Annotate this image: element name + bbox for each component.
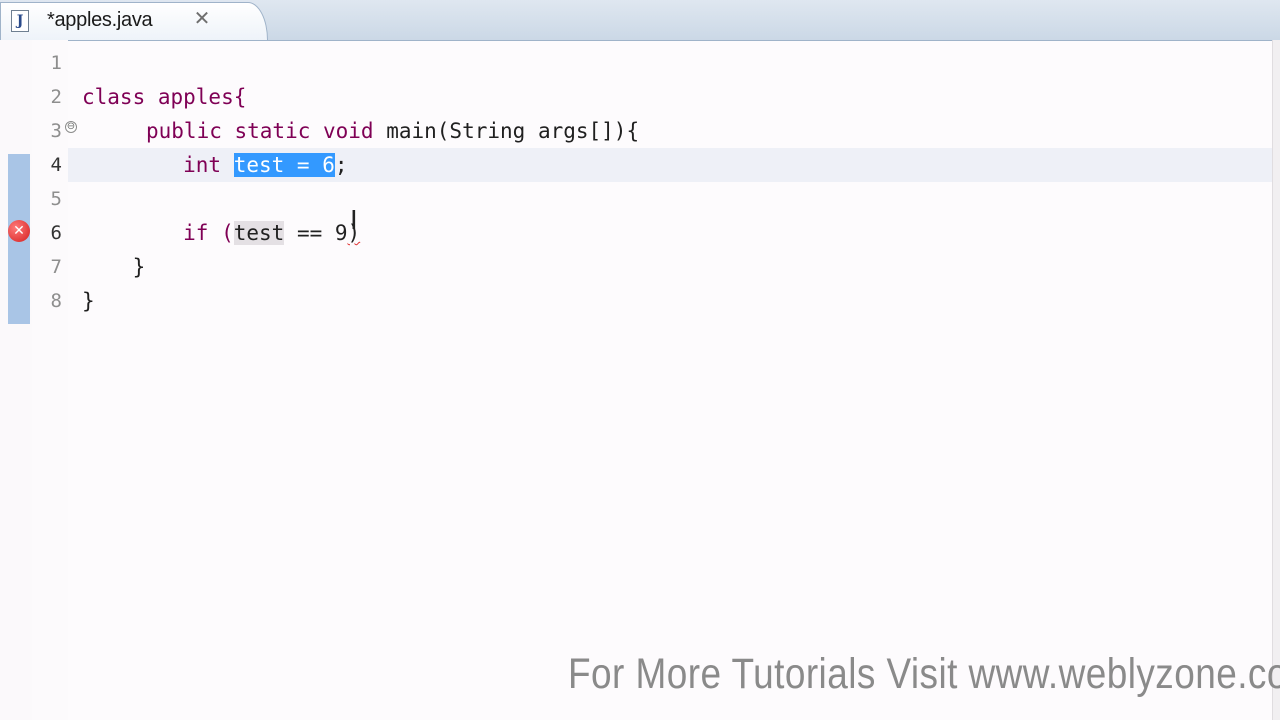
line-number: 7 <box>50 256 62 278</box>
watermark-text: For More Tutorials Visit www.weblyzone.c… <box>568 650 1280 698</box>
code-line-3: public static void main(String args[]){ <box>146 114 639 148</box>
code-text: main(String args[]){ <box>373 119 640 143</box>
line-number: 6 <box>50 222 62 244</box>
line-number: 8 <box>50 290 62 312</box>
line-number: 5 <box>50 188 62 210</box>
occurrence-highlight: test <box>233 221 285 245</box>
line-number: 1 <box>50 52 62 74</box>
fold-collapse-icon[interactable]: ⊖ <box>65 121 77 133</box>
code-line-2: class apples{ <box>82 80 246 114</box>
editor-tab-bar: J *apples.java ✕ <box>0 0 1280 41</box>
java-file-icon: J <box>11 10 29 32</box>
code-text: ; <box>334 153 348 177</box>
tab-title: *apples.java <box>47 9 153 31</box>
line-number: 4 <box>50 154 62 176</box>
code-text: class apples{ <box>82 85 247 109</box>
line-number: 2 <box>50 86 62 108</box>
code-line-7: } <box>82 255 146 279</box>
code-keyword-if: if ( <box>82 221 234 245</box>
code-text: == 9 <box>284 221 348 245</box>
code-keywords: public static void <box>146 119 374 143</box>
line-number: 3 <box>50 120 62 142</box>
vertical-scrollbar[interactable] <box>1272 40 1280 720</box>
text-cursor-ibeam-icon: I <box>350 206 358 236</box>
code-line-8: } <box>82 289 95 313</box>
close-icon[interactable]: ✕ <box>191 8 213 30</box>
code-line-6: if (test == 9) <box>82 216 360 250</box>
code-line-4: int test = 6; <box>82 148 348 182</box>
editor-tab-apples-java[interactable]: J *apples.java ✕ <box>0 2 268 40</box>
text-selection: test = 6 <box>233 153 335 177</box>
code-keyword-int: int <box>82 153 234 177</box>
